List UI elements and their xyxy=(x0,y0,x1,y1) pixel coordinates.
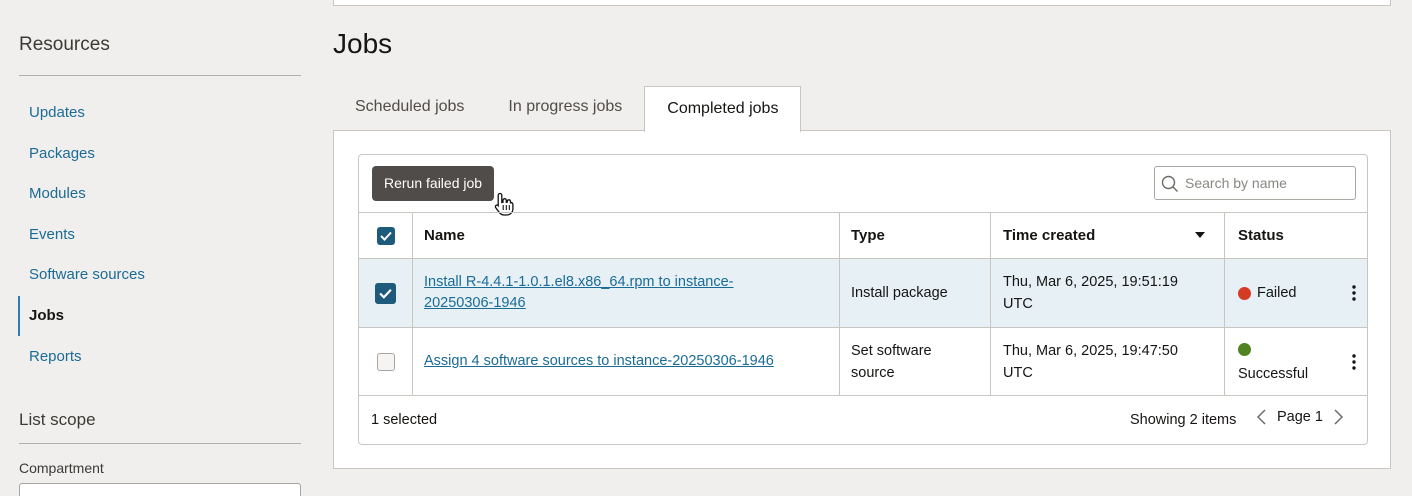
row-select-cell xyxy=(359,328,412,395)
job-name-link[interactable]: Install R-4.4.1-1.0.1.el8.x86_64.rpm to … xyxy=(424,272,734,314)
status-label: Successful xyxy=(1238,365,1309,382)
job-status-cell: Failed xyxy=(1238,259,1348,327)
job-type-cell: Set software source xyxy=(851,328,981,395)
top-panel xyxy=(333,0,1391,6)
list-scope-title: List scope xyxy=(19,410,96,429)
compartment-select[interactable] xyxy=(19,483,301,496)
tab-panel: Rerun failed job Name xyxy=(333,130,1391,469)
column-divider xyxy=(990,213,991,258)
selected-count: 1 selected xyxy=(371,412,438,428)
time-line: UTC xyxy=(1003,364,1033,381)
column-divider xyxy=(1224,259,1225,327)
row-checkbox[interactable] xyxy=(376,352,395,371)
rerun-failed-job-button[interactable]: Rerun failed job xyxy=(372,166,495,201)
items-count: Showing 2 items xyxy=(1130,412,1237,428)
time-line: UTC xyxy=(1003,296,1033,312)
chevron-left-icon[interactable] xyxy=(1255,408,1269,426)
sidebar-item-updates[interactable]: Updates xyxy=(19,93,301,134)
compartment-label: Compartment xyxy=(19,460,104,476)
job-name-line: 20250306-1946 xyxy=(424,295,526,311)
resources-nav: Updates Packages Modules Events Software… xyxy=(18,93,301,378)
time-line: Thu, Mar 6, 2025, 19:47:50 xyxy=(1003,342,1178,359)
row-checkbox[interactable] xyxy=(375,282,396,304)
tab-completed-jobs[interactable]: Completed jobs xyxy=(644,86,802,132)
pagination: Page 1 xyxy=(1255,408,1345,426)
sidebar-item-reports[interactable]: Reports xyxy=(19,337,301,378)
sidebar-item-events[interactable]: Events xyxy=(19,215,301,256)
sidebar-item-packages[interactable]: Packages xyxy=(19,134,301,175)
column-divider xyxy=(412,213,413,258)
tab-in-progress-jobs[interactable]: In progress jobs xyxy=(486,86,644,131)
table-row[interactable]: Assign 4 software sources to instance-20… xyxy=(359,328,1367,396)
column-header-name[interactable]: Name xyxy=(424,213,834,258)
column-divider xyxy=(990,259,991,327)
job-tabs: Scheduled jobs In progress jobs Complete… xyxy=(333,86,802,132)
column-header-type[interactable]: Type xyxy=(851,213,981,258)
sidebar-item-modules[interactable]: Modules xyxy=(19,174,301,215)
table-toolbar: Rerun failed job xyxy=(359,155,1367,216)
column-divider xyxy=(839,259,840,327)
job-type-cell: Install package xyxy=(851,285,948,301)
job-time-cell: Thu, Mar 6, 2025, 19:47:50 UTC xyxy=(1003,328,1233,395)
search-icon xyxy=(1161,175,1178,192)
table-footer: 1 selected Showing 2 items Page 1 xyxy=(359,396,1367,444)
resources-title: Resources xyxy=(19,34,110,55)
page-label: Page 1 xyxy=(1277,409,1323,425)
row-menu-cell xyxy=(1344,259,1364,327)
table-header: Name Type Time created Status xyxy=(359,212,1367,259)
jobs-table: Rerun failed job Name xyxy=(358,154,1368,445)
job-name-line: Install R-4.4.1-1.0.1.el8.x86_64.rpm to … xyxy=(424,274,734,290)
type-line: source xyxy=(851,364,895,381)
caret-down-icon[interactable] xyxy=(1195,232,1205,238)
select-all-cell xyxy=(359,213,412,258)
column-divider xyxy=(412,328,413,395)
column-divider xyxy=(990,328,991,395)
row-select-cell xyxy=(359,259,412,327)
tab-scheduled-jobs[interactable]: Scheduled jobs xyxy=(333,86,486,131)
column-divider xyxy=(1224,328,1225,395)
sidebar-item-jobs[interactable]: Jobs xyxy=(18,295,301,337)
page-title: Jobs xyxy=(333,28,393,59)
time-line: Thu, Mar 6, 2025, 19:51:19 xyxy=(1003,274,1178,290)
select-all-checkbox[interactable] xyxy=(376,226,395,245)
status-successful-icon xyxy=(1238,342,1251,356)
job-status-cell: Successful xyxy=(1238,328,1348,395)
checkmark-icon xyxy=(379,288,392,299)
kebab-menu-icon[interactable] xyxy=(1352,285,1356,301)
column-divider xyxy=(839,213,840,258)
column-header-time-label: Time created xyxy=(1003,226,1096,244)
search-box[interactable] xyxy=(1154,166,1356,200)
column-header-time-created[interactable]: Time created xyxy=(1003,213,1233,258)
status-label: Failed xyxy=(1257,285,1297,301)
sidebar-item-software-sources[interactable]: Software sources xyxy=(19,255,301,296)
row-menu-cell xyxy=(1344,328,1364,395)
job-name-cell: Install R-4.4.1-1.0.1.el8.x86_64.rpm to … xyxy=(424,259,834,327)
column-divider xyxy=(839,328,840,395)
job-time-cell: Thu, Mar 6, 2025, 19:51:19 UTC xyxy=(1003,259,1233,327)
job-name-cell: Assign 4 software sources to instance-20… xyxy=(424,328,834,395)
divider xyxy=(19,75,301,76)
kebab-menu-icon[interactable] xyxy=(1352,353,1356,370)
divider xyxy=(19,443,301,444)
type-line: Set software xyxy=(851,342,932,359)
search-input[interactable] xyxy=(1185,171,1350,195)
job-name-link[interactable]: Assign 4 software sources to instance-20… xyxy=(424,351,774,372)
column-divider xyxy=(1224,213,1225,258)
column-header-status[interactable]: Status xyxy=(1238,213,1348,258)
checkmark-icon xyxy=(379,231,392,241)
chevron-right-icon[interactable] xyxy=(1331,408,1345,426)
table-row[interactable]: Install R-4.4.1-1.0.1.el8.x86_64.rpm to … xyxy=(359,259,1367,328)
column-divider xyxy=(412,259,413,327)
status-failed-icon xyxy=(1238,286,1251,300)
